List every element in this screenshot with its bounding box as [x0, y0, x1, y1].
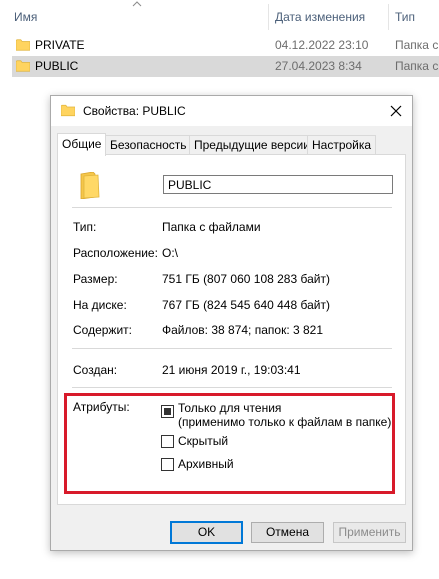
folder-name-field[interactable] [163, 175, 393, 194]
column-header-bar: Имя Дата изменения Тип [0, 0, 439, 30]
type-label: Тип: [73, 220, 97, 234]
close-icon[interactable] [388, 103, 404, 119]
file-name: PRIVATE [35, 38, 85, 52]
type-value: Папка с файлами [162, 220, 261, 234]
file-name: PUBLIC [35, 59, 79, 73]
column-header-date[interactable]: Дата изменения [275, 0, 365, 30]
size-on-disk-label: На диске: [73, 298, 127, 312]
size-on-disk-value: 767 ГБ (824 545 640 448 байт) [162, 298, 330, 312]
dialog-title: Свойства: PUBLIC [83, 104, 186, 118]
attributes-highlight-box [64, 393, 395, 494]
large-folder-icon [80, 172, 100, 199]
column-divider[interactable] [268, 4, 269, 30]
tab-security[interactable]: Безопасность [105, 135, 192, 155]
cancel-button[interactable]: Отмена [251, 522, 324, 543]
divider [72, 387, 392, 388]
location-value: O:\ [162, 246, 179, 260]
location-label: Расположение: [73, 246, 158, 260]
tab-previous-versions[interactable]: Предыдущие версии [189, 135, 315, 155]
contains-value: Файлов: 38 874; папок: 3 821 [162, 323, 324, 337]
size-value: 751 ГБ (807 060 108 283 байт) [162, 272, 330, 286]
file-row-public[interactable]: PUBLIC 27.04.2023 8:34 Папка с [12, 56, 439, 77]
tab-general[interactable]: Общие [57, 133, 107, 156]
file-row-private[interactable]: PRIVATE 04.12.2022 23:10 Папка с [12, 35, 439, 56]
tab-customize[interactable]: Настройка [307, 135, 377, 155]
file-type: Папка с [395, 38, 439, 52]
folder-icon [61, 104, 75, 117]
size-label: Размер: [73, 272, 118, 286]
folder-icon [16, 39, 30, 51]
column-divider[interactable] [388, 4, 389, 30]
divider [72, 348, 392, 349]
created-value: 21 июня 2019 г., 19:03:41 [162, 363, 301, 377]
apply-button[interactable]: Применить [333, 522, 406, 543]
divider [72, 207, 392, 208]
sort-ascending-icon [132, 1, 142, 7]
created-label: Создан: [73, 363, 118, 377]
folder-icon [16, 60, 30, 72]
file-explorer-list: Имя Дата изменения Тип PRIVATE 04.12.202… [0, 0, 439, 90]
dialog-titlebar[interactable]: Свойства: PUBLIC [51, 96, 412, 126]
contains-label: Содержит: [73, 323, 132, 337]
file-date: 04.12.2022 23:10 [275, 38, 369, 52]
file-type: Папка с [395, 59, 439, 73]
ok-button[interactable]: OK [170, 521, 243, 544]
column-header-type[interactable]: Тип [395, 0, 415, 30]
column-header-name[interactable]: Имя [14, 0, 37, 30]
file-date: 27.04.2023 8:34 [275, 59, 362, 73]
